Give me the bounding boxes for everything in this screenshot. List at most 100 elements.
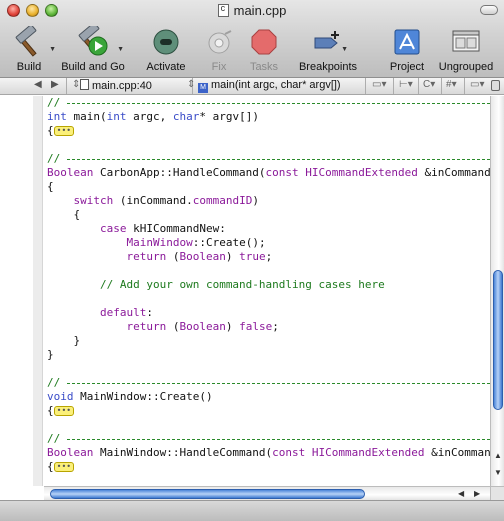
code-line: } [47,334,80,348]
activate-label: Activate [146,61,186,73]
include-hash: # [446,79,452,90]
nav-divider [441,78,442,94]
code-token: { [47,208,81,221]
code-token: default [99,306,147,319]
code-line: switch (inCommand.commandID) [47,194,259,208]
scroll-right-arrow-icon[interactable]: ▶ [474,489,480,498]
function-popup[interactable]: Mmain(int argc, char* argv[]) [198,79,341,93]
code-token: kHICommandNew: [126,222,226,235]
ungrouped-button[interactable]: Ungrouped [434,26,498,73]
code-token: char [172,110,200,123]
toolbar-toggle-button[interactable] [480,5,498,15]
file-popup-label: main.cpp:40 [92,80,152,92]
document-icon[interactable] [217,3,229,17]
build-button[interactable]: Build ▼ [8,26,56,73]
code-token: ) [225,320,240,333]
function-popup-label: main(int argc, char* argv[]) [211,79,341,91]
code-line: return (Boolean) false; [47,320,278,334]
code-line: Boolean MainWindow::HandleCommand(const … [47,446,490,460]
breakpoints-icon [314,31,339,49]
code-token: HICommandExtended [305,166,418,179]
code-token: const [265,166,299,179]
folded-code-ellipsis-icon[interactable]: ••• [53,462,75,472]
scroll-down-arrow-icon[interactable]: ▼ [494,468,502,477]
counterpart-icon[interactable]: ▭▾ [470,79,484,90]
horizontal-scrollbar[interactable]: ◀ ▶ [44,486,490,500]
code-token: Boolean [47,166,94,179]
breakpoints-label: Breakpoints [298,61,358,73]
vertical-scrollbar[interactable]: ▲ ▼ [490,96,504,486]
build-and-go-label: Build and Go [61,61,125,73]
separator-dash [67,439,490,440]
lock-icon[interactable] [491,80,500,91]
line-gutter[interactable] [0,96,33,486]
xcode-editor-window: main.cpp Build ▼ [0,0,504,521]
code-token: Boolean [179,250,226,263]
code-token: : [146,306,153,319]
ungrouped-icon [452,30,480,52]
nav-divider [418,78,419,94]
window-chrome: main.cpp Build ▼ [0,0,504,78]
bookmarks-icon[interactable]: ▭▾ [372,79,386,90]
code-token: void [47,390,74,403]
project-button[interactable]: Project [386,26,428,73]
resize-corner[interactable] [490,486,504,500]
code-line: { [47,208,80,222]
build-label: Build [16,61,42,73]
build-and-go-menu-chevron-icon: ▼ [117,46,124,53]
code-token: main( [66,110,107,123]
scroll-left-arrow-icon[interactable]: ◀ [458,489,464,498]
code-token: argc, [126,110,173,123]
nav-forward-arrow-icon[interactable]: ▶ [51,79,59,90]
nav-divider [464,78,465,94]
code-token: MainWindow [126,236,193,249]
class-popup-icon[interactable]: C▾ [423,79,435,90]
folded-code-ellipsis-icon[interactable]: ••• [53,406,75,416]
activate-button[interactable]: Activate [143,26,189,73]
code-token: return [126,250,167,263]
breakpoints-popup-icon[interactable]: ⊢▾ [399,79,413,90]
code-line: } [47,348,54,362]
horizontal-scroll-thumb[interactable] [50,489,365,499]
function-popup-arrows-icon: ⇕ [187,79,196,90]
folded-code-ellipsis-icon[interactable]: ••• [53,126,75,136]
project-icon [394,29,420,55]
nav-back-arrow-icon[interactable]: ◀ [34,79,42,90]
nav-divider [66,78,67,94]
fix-button[interactable]: Fix [204,26,234,73]
code-line: { [47,180,54,194]
fix-label: Fix [211,61,227,73]
code-line: {••• [47,404,75,418]
code-token: } [47,348,54,361]
code-token: int [106,110,127,123]
breakpoints-button[interactable]: Breakpoints ▼ [296,26,360,73]
build-and-go-button[interactable]: Build and Go ▼ [58,26,128,73]
build-menu-chevron-icon: ▼ [49,46,56,53]
code-token: (inCommand. [113,194,193,207]
code-token: &inCommand) [417,166,491,179]
tasks-button[interactable]: Tasks [246,26,282,73]
vertical-scroll-thumb[interactable] [493,270,503,411]
fix-icon [208,30,232,54]
code-folding-ribbon[interactable] [33,96,43,486]
code-editor[interactable]: //int main(int argc, char* argv[]){•••//… [44,96,490,486]
code-token: switch [73,194,114,207]
code-line: int main(int argc, char* argv[]) [47,110,259,124]
project-label: Project [389,61,425,73]
code-token: case [99,222,127,235]
scroll-up-arrow-icon[interactable]: ▲ [494,451,502,460]
include-popup-icon[interactable]: #▾ [446,79,457,90]
separator-comment-text: // [47,96,61,109]
separator-dash [67,383,490,384]
code-token: ) [225,250,240,263]
code-token: } [47,334,81,347]
code-token: { [47,404,54,417]
code-token: MainWindow::HandleCommand( [93,446,273,459]
file-popup[interactable]: main.cpp:40 [80,79,152,92]
code-line: Boolean CarbonApp::HandleCommand(const H… [47,166,490,180]
file-icon [80,79,89,90]
code-token: true [239,250,266,263]
